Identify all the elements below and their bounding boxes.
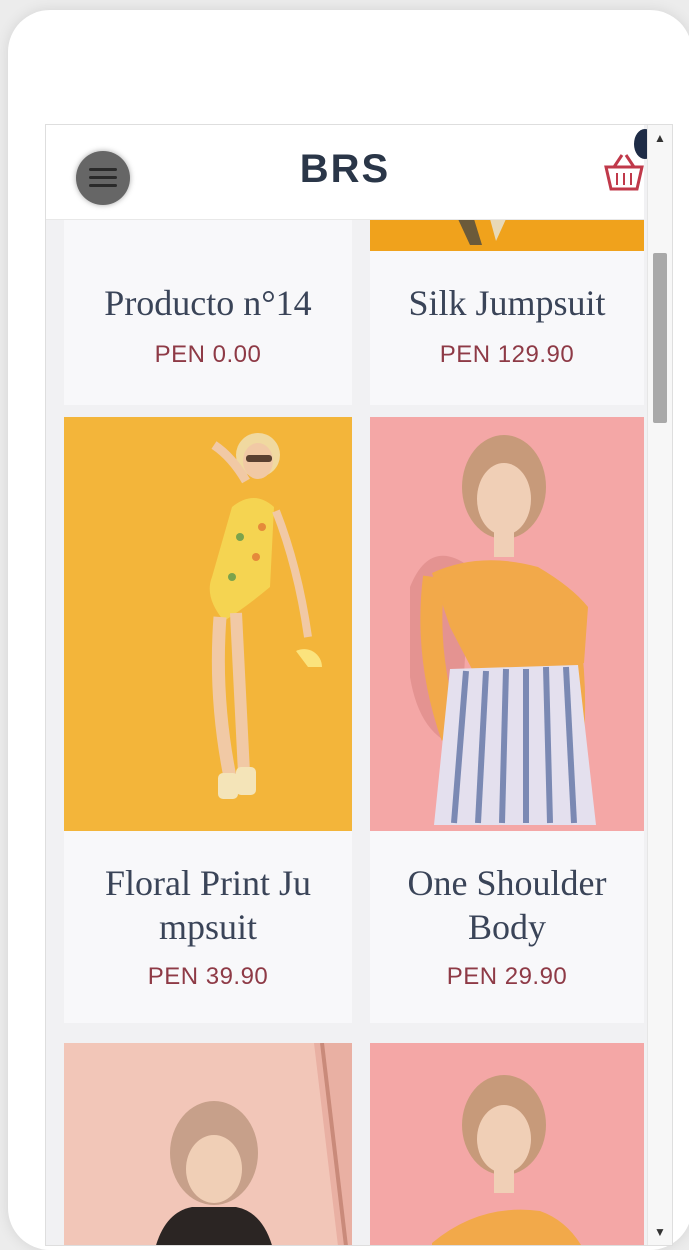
product-card[interactable]: Floral Print Ju mpsuit PEN 39.90: [64, 417, 352, 1023]
product-price: PEN 129.90: [439, 341, 575, 368]
product-image-partial: [370, 219, 644, 251]
product-price: PEN 29.90: [446, 963, 568, 990]
phone-frame: Producto n°14 PEN 0.00 Silk Jumpsuit PEN…: [8, 10, 689, 1250]
product-name-line1: One Shoulder: [407, 863, 607, 903]
model-photo: [370, 1043, 644, 1245]
product-price: PEN 39.90: [147, 963, 269, 990]
scroll-up-arrow-icon[interactable]: ▲: [648, 131, 672, 145]
model-photo: [64, 1043, 352, 1245]
scroll-thumb[interactable]: [653, 253, 667, 423]
product-card[interactable]: [370, 1043, 644, 1245]
app-screen: Producto n°14 PEN 0.00 Silk Jumpsuit PEN…: [45, 124, 673, 1246]
model-photo: [370, 417, 644, 831]
product-image: [370, 417, 644, 831]
product-name-line2: Body: [467, 907, 546, 947]
product-name: Producto n°14: [104, 283, 312, 323]
product-card[interactable]: [64, 1043, 352, 1245]
product-price: PEN 0.00: [154, 341, 262, 368]
product-image: [370, 219, 644, 251]
product-image: [64, 417, 352, 831]
product-card[interactable]: Producto n°14 PEN 0.00: [64, 219, 352, 405]
model-photo: [64, 417, 352, 831]
brand-title: BRS: [299, 147, 391, 191]
product-card[interactable]: One Shoulder Body PEN 29.90: [370, 417, 644, 1023]
product-image: [370, 1043, 644, 1245]
product-card[interactable]: Silk Jumpsuit PEN 129.90: [370, 219, 644, 405]
scroll-down-arrow-icon[interactable]: ▼: [648, 1225, 672, 1239]
product-name-line2: mpsuit: [158, 907, 257, 947]
product-image: [64, 1043, 352, 1245]
vertical-scrollbar[interactable]: ▲ ▼: [647, 125, 672, 1245]
product-name-line1: Floral Print Ju: [104, 863, 311, 903]
app-header: BRS: [46, 125, 656, 220]
product-name: Silk Jumpsuit: [408, 283, 606, 323]
